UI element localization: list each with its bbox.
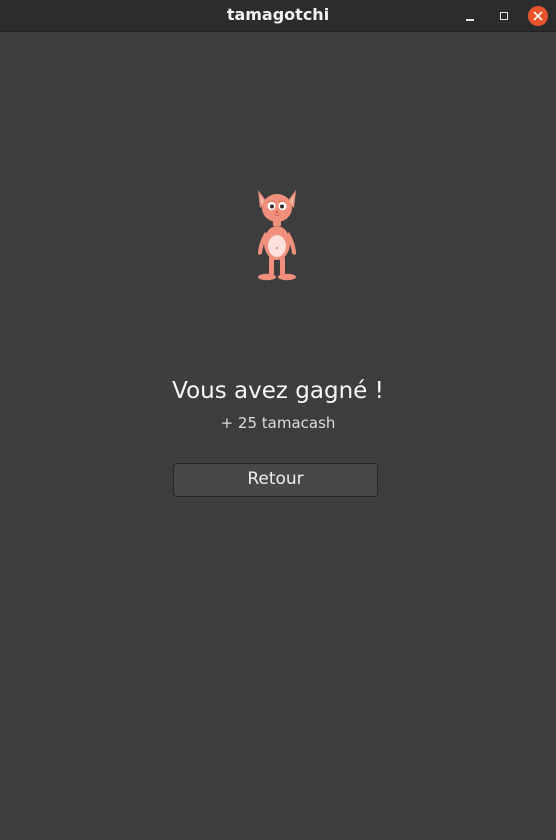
minimize-button[interactable] [459, 5, 481, 27]
back-button[interactable]: Retour [173, 463, 378, 497]
pet-creature-icon [258, 190, 296, 281]
reward-amount: + 25 tamacash [220, 414, 336, 432]
main-content: Vous avez gagné ! + 25 tamacash Retour [0, 32, 556, 840]
minimize-icon [466, 19, 474, 21]
close-icon [533, 11, 543, 21]
title-bar[interactable]: tamagotchi [0, 0, 556, 32]
win-message-heading: Vous avez gagné ! [172, 378, 384, 404]
app-window: tamagotchi Vous avez gagné ! + 25 tamaca… [0, 0, 556, 840]
maximize-icon [500, 12, 508, 20]
maximize-button[interactable] [493, 5, 515, 27]
close-button[interactable] [527, 5, 549, 27]
